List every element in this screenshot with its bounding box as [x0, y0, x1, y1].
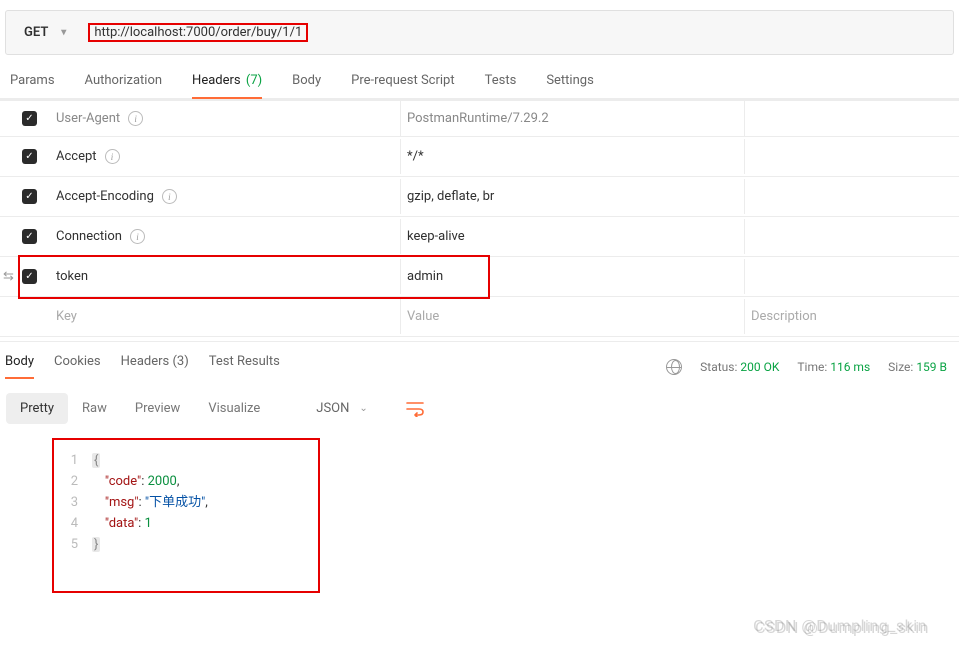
resp-tab-headers-count: (3) [172, 354, 188, 369]
header-key[interactable]: Accept-Encoding [56, 189, 154, 204]
header-key[interactable]: Connection [56, 229, 122, 244]
checkbox[interactable]: ✓ [22, 189, 37, 204]
line-number: 4 [58, 513, 92, 534]
table-row: ⇆ ✓ token admin [0, 257, 959, 297]
info-icon: i [130, 229, 145, 244]
json-msg-value: 下单成功 [149, 495, 201, 510]
chevron-down-icon: ▾ [61, 27, 66, 38]
method-label: GET [24, 25, 48, 40]
wrap-lines-button[interactable] [396, 394, 434, 424]
header-key[interactable]: User-Agent [56, 111, 120, 126]
key-placeholder[interactable]: Key [56, 309, 77, 324]
line-number: 5 [58, 534, 92, 555]
json-code-value: 2000 [148, 474, 177, 489]
tab-headers-count: (7) [246, 73, 262, 88]
header-value[interactable]: */* [407, 149, 424, 164]
resp-tab-cookies[interactable]: Cookies [54, 354, 101, 379]
headers-table: ✓ User-Agent i PostmanRuntime/7.29.2 ✓ Ac… [0, 99, 959, 337]
view-tab-preview[interactable]: Preview [121, 393, 194, 424]
url-text: http://localhost:7000/order/buy/1/1 [88, 23, 308, 42]
value-placeholder[interactable]: Value [407, 309, 439, 324]
link-icon: ⇆ [3, 269, 14, 284]
globe-icon[interactable] [666, 359, 682, 375]
request-bar: GET ▾ http://localhost:7000/order/buy/1/… [5, 10, 954, 55]
view-tab-visualize[interactable]: Visualize [194, 393, 274, 424]
checkbox[interactable]: ✓ [22, 149, 37, 164]
request-tabs: Params Authorization Headers (7) Body Pr… [0, 55, 959, 99]
header-key[interactable]: token [56, 269, 88, 284]
watermark: CSDN @Dumpling_skin [755, 618, 929, 637]
header-value[interactable]: PostmanRuntime/7.29.2 [407, 111, 549, 126]
line-number: 1 [58, 450, 92, 471]
view-tabs: Pretty Raw Preview Visualize [6, 393, 274, 424]
checkbox[interactable]: ✓ [22, 111, 37, 126]
resp-tab-headers[interactable]: Headers (3) [121, 354, 189, 379]
json-data-value: 1 [145, 516, 152, 531]
tab-tests[interactable]: Tests [485, 73, 517, 98]
method-selector[interactable]: GET ▾ [6, 11, 78, 54]
resp-tab-body[interactable]: Body [5, 354, 34, 379]
line-number: 3 [58, 492, 92, 513]
info-icon: i [105, 149, 120, 164]
line-number: 2 [58, 471, 92, 492]
desc-placeholder[interactable]: Description [751, 309, 817, 324]
time-label: Time: 116 ms [797, 360, 870, 374]
response-bar: Body Cookies Headers (3) Test Results St… [0, 341, 959, 379]
tab-authorization[interactable]: Authorization [85, 73, 163, 98]
table-row: ✓ Accepti */* [0, 137, 959, 177]
checkbox[interactable]: ✓ [22, 229, 37, 244]
header-key[interactable]: Accept [56, 149, 97, 164]
header-value[interactable]: gzip, deflate, br [407, 189, 494, 204]
table-row: ✓ User-Agent i PostmanRuntime/7.29.2 [0, 100, 959, 137]
resp-tab-tests[interactable]: Test Results [209, 354, 280, 379]
chevron-down-icon: ⌄ [359, 403, 367, 414]
response-status: Status: 200 OK Time: 116 ms Size: 159 B [666, 359, 947, 375]
view-tab-raw[interactable]: Raw [68, 393, 121, 424]
info-icon: i [162, 189, 177, 204]
table-row: ✓ Connection i keep-alive [0, 217, 959, 257]
tab-headers[interactable]: Headers (7) [192, 73, 262, 98]
url-input[interactable]: http://localhost:7000/order/buy/1/1 [78, 11, 953, 54]
resp-tab-headers-label: Headers [121, 354, 170, 369]
status-label: Status: 200 OK [700, 360, 779, 374]
header-value[interactable]: keep-alive [407, 229, 465, 244]
header-value[interactable]: admin [407, 269, 443, 284]
checkbox[interactable]: ✓ [22, 269, 37, 284]
tab-prerequest[interactable]: Pre-request Script [351, 73, 454, 98]
table-row-empty: ✓ Key Value Description [0, 297, 959, 337]
view-tab-pretty[interactable]: Pretty [6, 393, 68, 424]
tab-params[interactable]: Params [10, 73, 55, 98]
tab-body[interactable]: Body [292, 73, 321, 98]
watermark: CSDN @Dumpling_skin [753, 616, 927, 635]
response-tabs: Body Cookies Headers (3) Test Results [5, 354, 280, 379]
format-label: JSON [316, 401, 349, 416]
table-row: ✓ Accept-Encoding i gzip, deflate, br [0, 177, 959, 217]
info-icon: i [128, 111, 143, 126]
view-bar: Pretty Raw Preview Visualize JSON ⌄ [0, 379, 959, 434]
response-body-viewer[interactable]: 1{ 2 "code": 2000, 3 "msg": "下单成功", 4 "d… [52, 438, 320, 593]
tab-headers-label: Headers [192, 73, 241, 88]
format-selector[interactable]: JSON ⌄ [302, 393, 382, 424]
tab-settings[interactable]: Settings [546, 73, 593, 98]
size-label: Size: 159 B [888, 360, 947, 374]
